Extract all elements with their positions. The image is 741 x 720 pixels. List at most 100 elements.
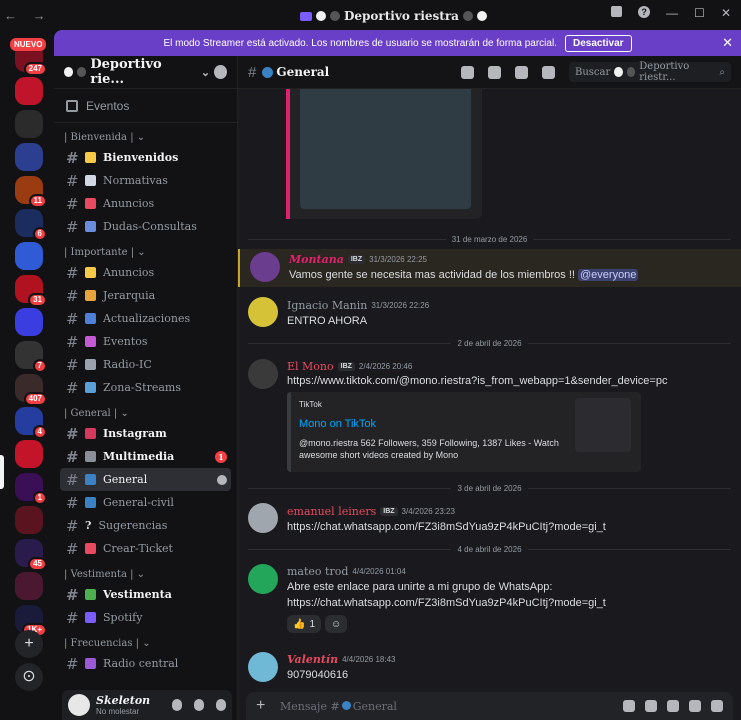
channel-item[interactable]: # Spotify — [60, 606, 231, 629]
everyone-mention[interactable]: @everyone — [578, 269, 639, 281]
add-server-button[interactable]: + — [15, 630, 43, 658]
embed-thumbnail[interactable] — [575, 398, 631, 452]
server-icon[interactable] — [15, 506, 43, 534]
server-icon[interactable]: 11 — [15, 176, 47, 208]
guild-header[interactable]: Deportivo rie... ⌄ — [54, 56, 237, 89]
unread-badge: 4 — [32, 425, 47, 439]
channel-item[interactable]: # Vestimenta — [60, 583, 231, 606]
category-header[interactable]: | Bienvenida | ⌄ — [54, 123, 237, 146]
server-icon[interactable]: 6 — [15, 209, 47, 241]
channel-name: Instagram — [103, 427, 167, 440]
message-author[interactable]: El Mono — [287, 360, 334, 373]
events-item[interactable]: Eventos — [54, 89, 237, 123]
avatar[interactable] — [248, 652, 278, 682]
channel-item[interactable]: # Eventos — [60, 330, 231, 353]
discover-button[interactable]: ⊙ — [15, 663, 43, 691]
category-header[interactable]: | General | ⌄ — [54, 399, 237, 422]
embed-provider[interactable]: TikTok — [299, 400, 322, 409]
gear-icon[interactable] — [216, 699, 226, 711]
threads-icon[interactable] — [461, 65, 474, 79]
channel-name: Radio-IC — [103, 358, 152, 371]
invite-icon[interactable] — [214, 65, 227, 79]
channel-item[interactable]: # Crear-Ticket — [60, 537, 231, 560]
add-reaction-icon[interactable]: ☺ — [325, 615, 348, 633]
bell-icon[interactable] — [488, 65, 501, 79]
channel-item[interactable]: # Anuncios — [60, 192, 231, 215]
server-icon[interactable]: 4 — [15, 407, 47, 439]
server-icon[interactable]: 1 — [15, 473, 47, 505]
plus-icon[interactable]: + — [256, 697, 270, 715]
channel-item[interactable]: # Dudas-Consultas — [60, 215, 231, 238]
image-thumbnail[interactable] — [300, 89, 471, 209]
gif-icon[interactable] — [645, 700, 657, 712]
gift-icon[interactable] — [623, 700, 635, 712]
channel-item[interactable]: # General-civil — [60, 491, 231, 514]
channel-item[interactable]: # Zona-Streams — [60, 376, 231, 399]
server-icon[interactable]: 7 — [15, 341, 47, 373]
headphones-icon[interactable] — [194, 699, 204, 711]
message-author[interactable]: mateo trod — [287, 565, 348, 578]
channel-item[interactable]: # Jerarquia — [60, 284, 231, 307]
pin-icon[interactable] — [515, 65, 528, 79]
category-header[interactable]: | Vestimenta | ⌄ — [54, 560, 237, 583]
message-author[interactable]: emanuel leiners — [287, 505, 376, 518]
avatar[interactable] — [248, 564, 278, 594]
message-link[interactable]: https://chat.whatsapp.com/FZ3i8mSdYua9zP… — [287, 597, 606, 609]
inbox-icon[interactable] — [611, 6, 623, 17]
channel-item[interactable]: # Radio central — [60, 652, 231, 675]
message-author[interactable]: Valentín — [287, 653, 338, 666]
server-icon[interactable] — [15, 440, 43, 468]
message-link[interactable]: https://chat.whatsapp.com/FZ3i8mSdYua9zP… — [287, 521, 606, 533]
reaction-thumbs-up[interactable]: 👍 1 — [287, 615, 322, 633]
server-icon[interactable]: 407 — [15, 374, 47, 406]
emoji-icon[interactable] — [689, 700, 701, 712]
close-banner-icon[interactable]: ✕ — [722, 35, 733, 51]
message-author[interactable]: Montana — [289, 253, 344, 266]
message-author[interactable]: Ignacio Manin — [287, 299, 367, 312]
channel-item[interactable]: # Multimedia 1 — [60, 445, 231, 468]
message-composer[interactable]: + Mensaje # General — [246, 692, 733, 720]
category-header[interactable]: | Frecuencias | ⌄ — [54, 629, 237, 652]
category-header[interactable]: | Importante | ⌄ — [54, 238, 237, 261]
image-embed[interactable] — [286, 89, 482, 219]
channel-item[interactable]: # Instagram — [60, 422, 231, 445]
apps-icon[interactable] — [711, 700, 723, 712]
server-icon[interactable] — [15, 110, 43, 138]
members-icon[interactable] — [542, 65, 555, 79]
avatar[interactable] — [248, 297, 278, 327]
invite-icon[interactable] — [217, 474, 227, 485]
channel-item[interactable]: # Bienvenidos — [60, 146, 231, 169]
help-icon[interactable]: ? — [638, 6, 651, 18]
avatar[interactable] — [68, 694, 90, 716]
server-icon[interactable] — [15, 308, 43, 336]
embed-title[interactable]: Mono on TikTok — [299, 418, 376, 430]
channel-item[interactable]: # Actualizaciones — [60, 307, 231, 330]
channel-emoji-icon — [85, 658, 96, 669]
deactivate-button[interactable]: Desactivar — [564, 34, 632, 52]
channel-name: Multimedia — [103, 450, 175, 463]
server-icon[interactable] — [15, 143, 43, 171]
channel-item[interactable]: # Normativas — [60, 169, 231, 192]
back-forward-nav[interactable]: ← → — [4, 8, 52, 23]
server-icon[interactable] — [15, 242, 43, 270]
channel-item[interactable]: # Radio-IC — [60, 353, 231, 376]
server-icon[interactable]: 1K+ — [15, 605, 47, 637]
minimize-button[interactable]: — — [666, 6, 678, 20]
server-icon[interactable] — [15, 77, 43, 105]
channel-item[interactable]: # General — [60, 468, 231, 491]
channel-item[interactable]: #? Sugerencias — [60, 514, 231, 537]
avatar[interactable] — [248, 503, 278, 533]
server-icon[interactable]: 45 — [15, 539, 47, 571]
server-icon[interactable] — [15, 572, 43, 600]
moon-icon — [476, 11, 487, 21]
microphone-icon[interactable] — [172, 699, 182, 711]
close-button[interactable]: ✕ — [721, 6, 731, 20]
avatar[interactable] — [248, 359, 278, 389]
avatar[interactable] — [250, 252, 280, 282]
message-link[interactable]: https://www.tiktok.com/@mono.riestra?is_… — [287, 375, 667, 387]
channel-item[interactable]: # Anuncios — [60, 261, 231, 284]
sticker-icon[interactable] — [667, 700, 679, 712]
server-icon[interactable]: 31 — [15, 275, 47, 307]
maximize-button[interactable]: ☐ — [694, 6, 705, 20]
search-input[interactable]: Buscar Deportivo riestr... ⌕ — [569, 61, 731, 83]
